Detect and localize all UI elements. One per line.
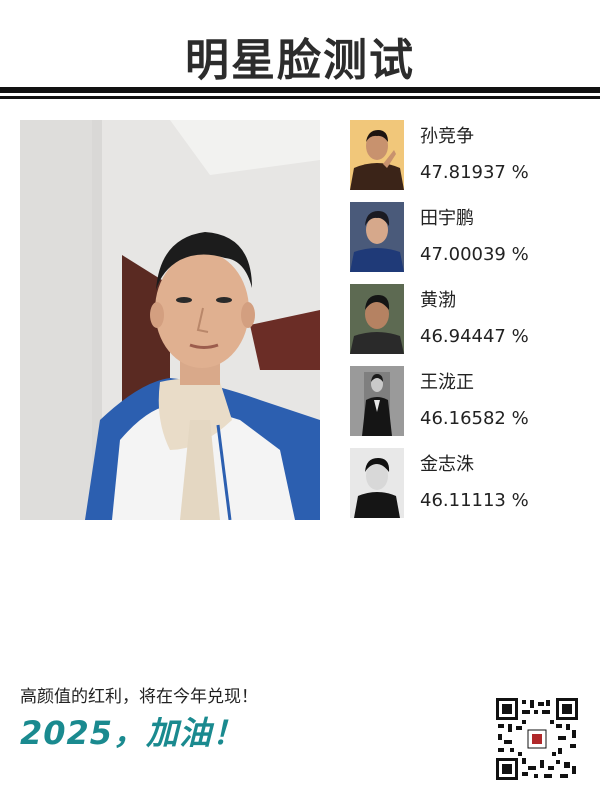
header-divider-thick [0,87,600,93]
header: 明星脸测试 [0,0,600,110]
similarity-score: 46.94447 % [420,326,529,347]
list-item: 田宇鹏 47.00039 % [350,202,590,284]
qr-code[interactable] [494,696,580,782]
celebrity-name: 王泷正 [420,372,474,393]
match-list: 孙竞争 47.81937 % 田宇鹏 47.00039 % 黄渤 46.9444… [350,120,590,530]
similarity-score: 47.81937 % [420,162,529,183]
list-item: 孙竞争 47.81937 % [350,120,590,202]
celebrity-thumbnail [350,448,404,518]
similarity-score: 46.16582 % [420,408,529,429]
list-item: 黄渤 46.94447 % [350,284,590,366]
page-title: 明星脸测试 [185,35,415,86]
cheer-text: 2025，加油！ [20,714,246,752]
header-divider-thin [0,96,600,99]
celebrity-thumbnail [350,366,404,436]
similarity-score: 46.11113 % [420,490,529,511]
celebrity-thumbnail [350,284,404,354]
celebrity-thumbnail [350,202,404,272]
celebrity-thumbnail [350,120,404,190]
similarity-score: 47.00039 % [420,244,529,265]
celebrity-name: 黄渤 [420,290,456,311]
celebrity-name: 金志洙 [420,454,474,475]
list-item: 王泷正 46.16582 % [350,366,590,448]
celebrity-name: 田宇鹏 [420,208,474,229]
celebrity-name: 孙竞争 [420,126,474,147]
list-item: 金志洙 46.11113 % [350,448,590,530]
slogan-text: 高颜值的红利，将在今年兑现！ [20,687,258,707]
user-photo [20,120,320,520]
